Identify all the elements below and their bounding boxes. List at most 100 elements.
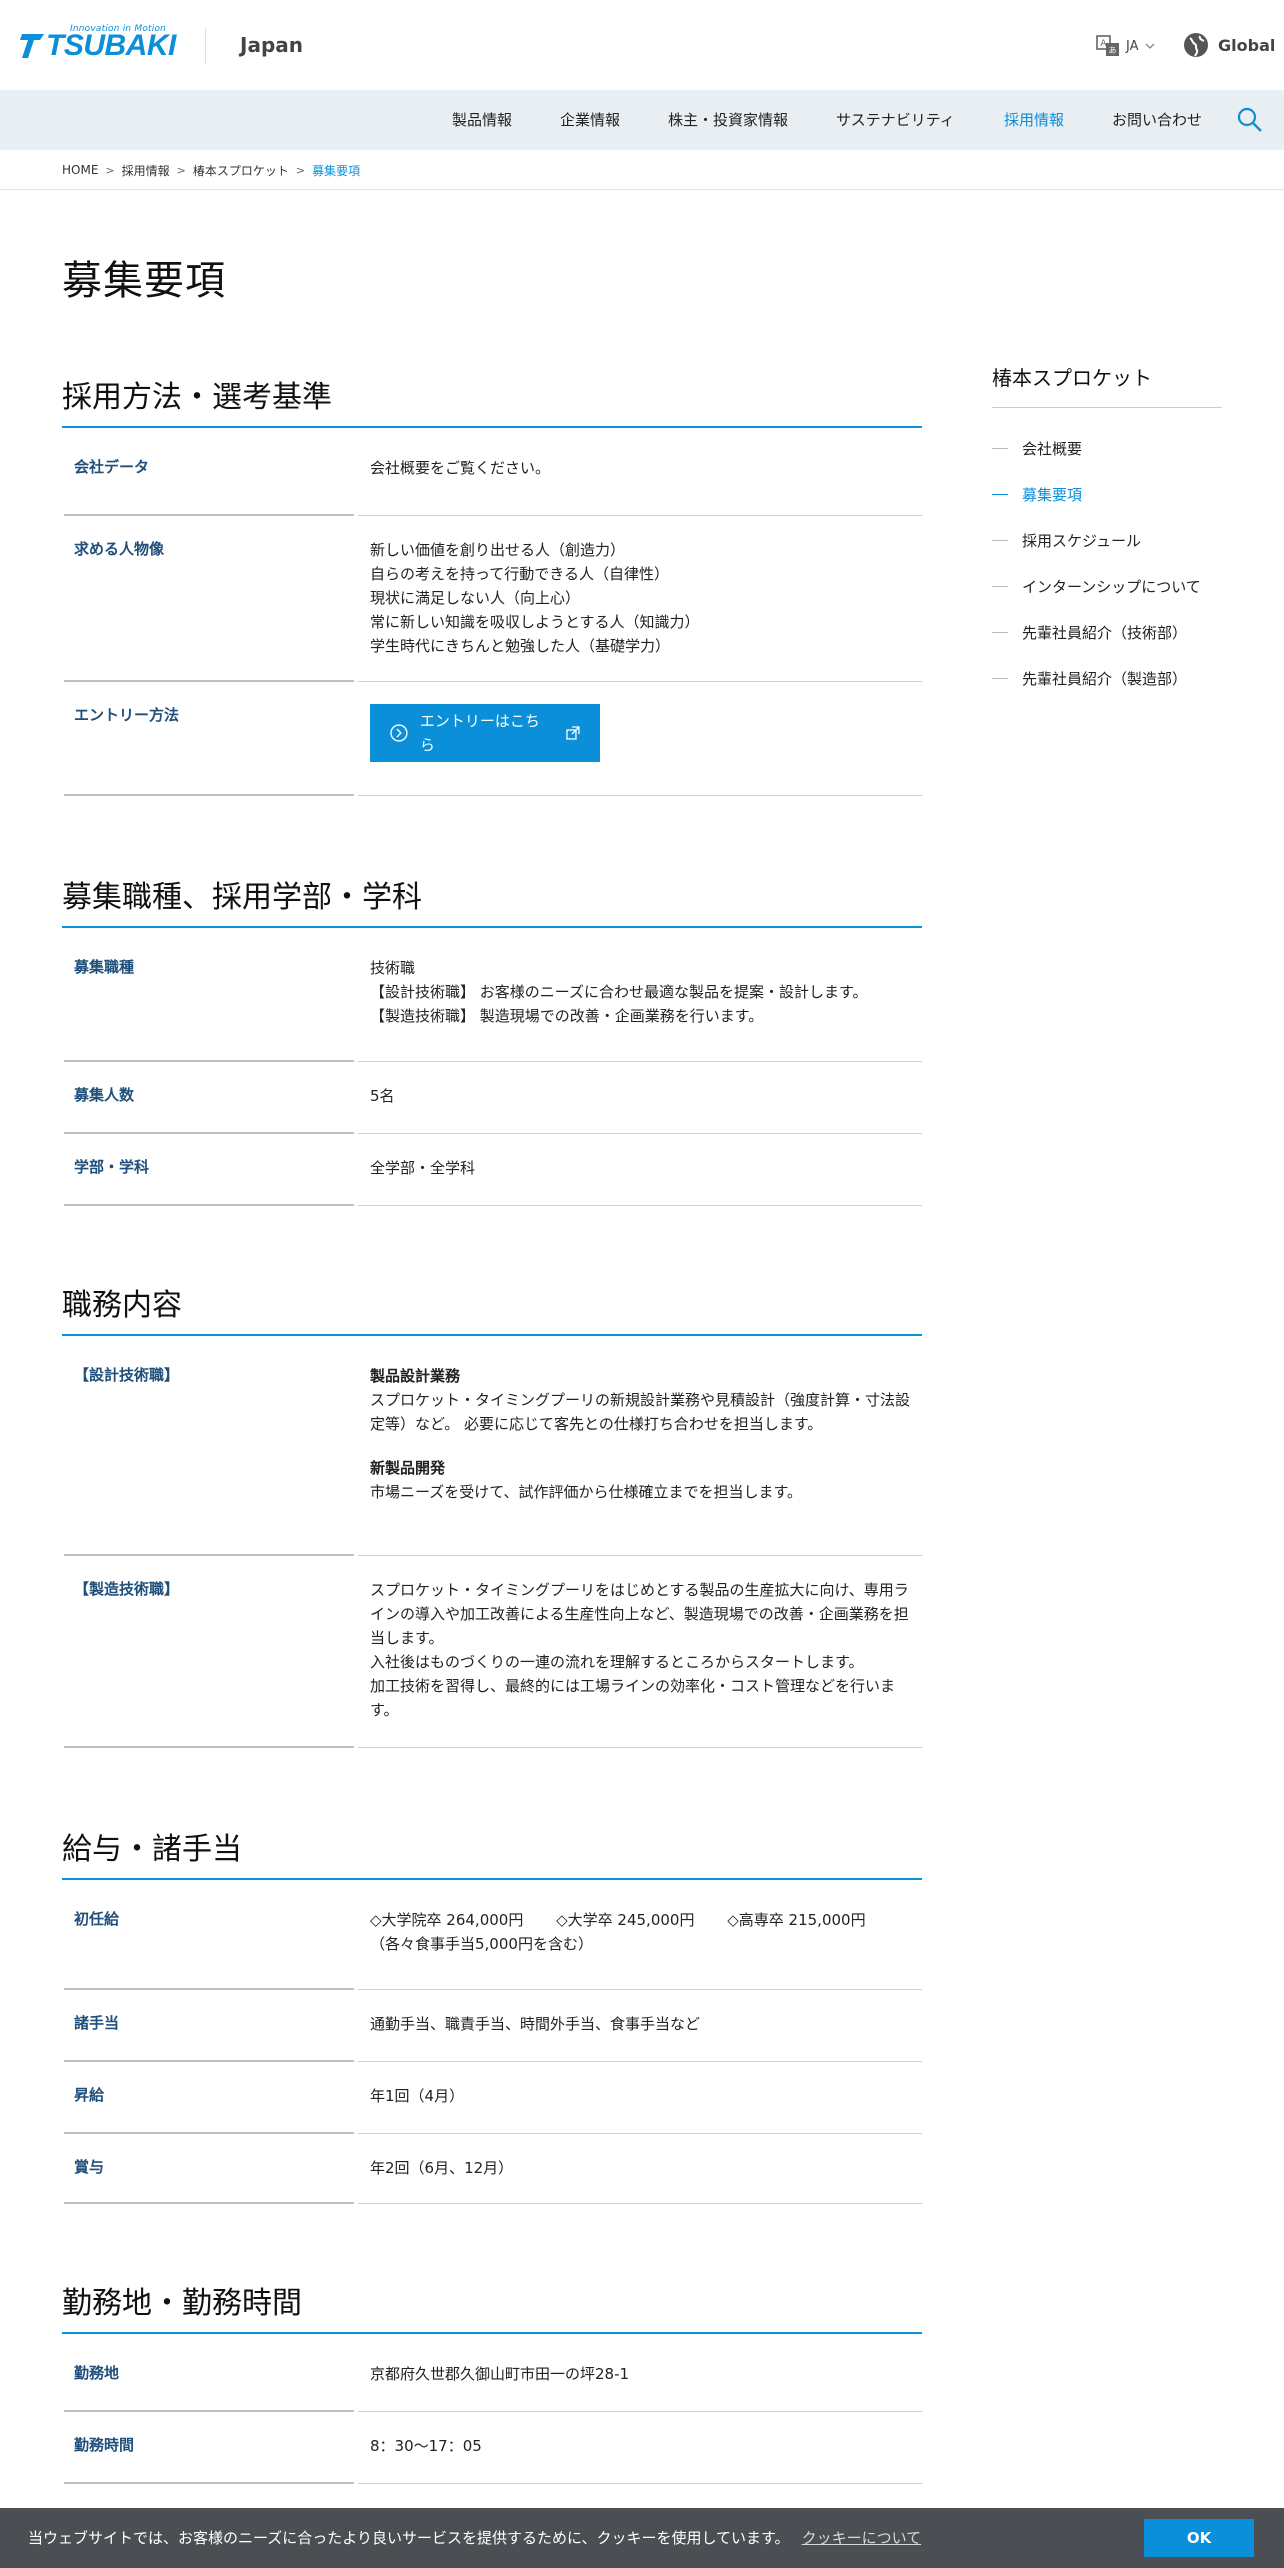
table-row: 求める人物像 新しい価値を創り出せる人（創造力） 自らの考えを持って行動できる人… [62, 516, 922, 682]
row-header: 諸手当 [64, 1990, 354, 2062]
breadcrumb: HOME > 採用情報 > 椿本スプロケット > 募集要項 [62, 160, 360, 180]
cookie-text: 当ウェブサイトでは、お客様のニーズに合ったより良いサービスを提供するために、クッ… [28, 2529, 922, 2547]
table-row: 会社データ 会社概要をご覧ください。 [62, 434, 922, 516]
sidebar-item-schedule[interactable]: 採用スケジュール [992, 528, 1232, 552]
row-value: 8：30～17：05 [358, 2412, 922, 2484]
cookie-policy-link[interactable]: クッキーについて [802, 2529, 922, 2547]
dash-icon [992, 631, 1008, 633]
language-switcher[interactable]: A あ JA [1096, 34, 1155, 58]
search-icon[interactable] [1236, 106, 1264, 134]
site-header: Innovation in Motion TSUBAKI Japan A あ J… [0, 0, 1284, 90]
section-title-selection: 採用方法・選考基準 [62, 380, 922, 428]
arrow-circle-icon [390, 724, 408, 742]
dash-icon [992, 585, 1008, 587]
row-header: 募集職種 [64, 934, 354, 1062]
table-row: 勤務地 京都府久世郡久御山町市田一の坪28-1 [62, 2340, 922, 2412]
row-value: 製品設計業務 スプロケット・タイミングプーリの新規設計業務や見積設計（強度計算・… [358, 1342, 922, 1556]
nav-contact[interactable]: お問い合わせ [1112, 90, 1202, 150]
row-header: 【製造技術職】 [64, 1556, 354, 1748]
header-divider [205, 28, 206, 64]
table-row: 昇給 年1回（4月） [62, 2062, 922, 2134]
logo-wordmark: TSUBAKI [46, 29, 176, 62]
breadcrumb-chevron-icon: > [105, 163, 115, 177]
breadcrumb-sprocket[interactable]: 椿本スプロケット [193, 162, 289, 179]
breadcrumb-current: 募集要項 [312, 163, 361, 178]
salary-graduate: ◇大学院卒 264,000円 [370, 1911, 524, 1929]
row-value: 年2回（6月、12月） [358, 2134, 922, 2204]
language-code: JA [1126, 38, 1139, 54]
row-value: 会社概要をご覧ください。 [358, 434, 922, 516]
global-label: Global [1218, 35, 1276, 55]
sidebar-item-internship[interactable]: インターンシップについて [992, 574, 1232, 598]
cookie-ok-button[interactable]: OK [1144, 2519, 1254, 2557]
row-header: 初任給 [64, 1886, 354, 1990]
entry-button-label: エントリーはこちら [419, 712, 540, 754]
table-row: 初任給 ◇大学院卒 264,000円 ◇大学卒 245,000円 ◇高専卒 21… [62, 1886, 922, 1990]
row-header: 求める人物像 [64, 516, 354, 682]
salary-university: ◇大学卒 245,000円 [556, 1911, 695, 1929]
breadcrumb-divider [0, 189, 1284, 190]
table-row: 学部・学科 全学部・全学科 [62, 1134, 922, 1206]
table-row: 募集人数 5名 [62, 1062, 922, 1134]
section-title-positions: 募集職種、採用学部・学科 [62, 880, 922, 928]
chevron-down-icon [1145, 43, 1154, 49]
sidebar-item-company-overview[interactable]: 会社概要 [992, 436, 1232, 460]
svg-text:あ: あ [1109, 46, 1117, 55]
row-header: 勤務地 [64, 2340, 354, 2412]
tsubaki-logo[interactable]: Innovation in Motion TSUBAKI [20, 24, 176, 64]
row-header: エントリー方法 [64, 682, 354, 796]
table-row: 【製造技術職】 スプロケット・タイミングプーリをはじめとする製品の生産拡大に向け… [62, 1556, 922, 1748]
row-header: 募集人数 [64, 1062, 354, 1134]
row-value: 年1回（4月） [358, 2062, 922, 2134]
row-value: 全学部・全学科 [358, 1134, 922, 1206]
nav-products[interactable]: 製品情報 [452, 90, 512, 150]
breadcrumb-careers[interactable]: 採用情報 [122, 162, 170, 179]
dash-icon [992, 539, 1008, 541]
row-header: 学部・学科 [64, 1134, 354, 1206]
sidebar-item-senior-manufacturing[interactable]: 先輩社員紹介（製造部） [992, 666, 1232, 690]
nav-careers[interactable]: 採用情報 [1004, 90, 1064, 150]
row-value: 技術職 【設計技術職】 お客様のニーズに合わせ最適な製品を提案・設計します。 【… [358, 934, 922, 1062]
nav-sustainability[interactable]: サステナビリティ [836, 90, 955, 150]
breadcrumb-chevron-icon: > [295, 163, 306, 177]
row-value: 京都府久世郡久御山町市田一の坪28-1 [358, 2340, 922, 2412]
row-value: エントリーはこちら [358, 682, 922, 796]
main-nav: 製品情報 企業情報 株主・投資家情報 サステナビリティ 採用情報 お問い合わせ [0, 90, 1284, 150]
page-title: 募集要項 [62, 258, 226, 304]
section-title-duties: 職務内容 [62, 1288, 922, 1336]
nav-investors[interactable]: 株主・投資家情報 [668, 90, 788, 150]
row-value: スプロケット・タイミングプーリをはじめとする製品の生産拡大に向け、専用ラ インの… [358, 1556, 922, 1748]
sidebar-title: 椿本スプロケット [992, 362, 1222, 408]
row-header: 昇給 [64, 2062, 354, 2134]
sidebar-item-requirements[interactable]: 募集要項 [992, 482, 1232, 506]
translate-icon: A あ [1096, 35, 1119, 56]
salary-technical-college: ◇高専卒 215,000円 [727, 1911, 866, 1929]
row-value: 5名 [358, 1062, 922, 1134]
global-site-link[interactable]: Global [1183, 32, 1275, 58]
table-row: 募集職種 技術職 【設計技術職】 お客様のニーズに合わせ最適な製品を提案・設計し… [62, 934, 922, 1062]
sidebar-item-senior-tech[interactable]: 先輩社員紹介（技術部） [992, 620, 1232, 644]
cookie-banner: 当ウェブサイトでは、お客様のニーズに合ったより良いサービスを提供するために、クッ… [0, 2508, 1284, 2568]
table-row: 勤務時間 8：30～17：05 [62, 2412, 922, 2484]
region-label: Japan [240, 33, 303, 57]
row-header: 【設計技術職】 [64, 1342, 354, 1556]
table-row: 諸手当 通勤手当、職責手当、時間外手当、食事手当など [62, 1990, 922, 2062]
external-link-icon [566, 726, 580, 740]
dash-icon [992, 677, 1008, 679]
tsubaki-mark-icon [20, 34, 44, 58]
row-header: 賞与 [64, 2134, 354, 2204]
section-title-salary: 給与・諸手当 [62, 1832, 922, 1880]
nav-company[interactable]: 企業情報 [560, 90, 620, 150]
breadcrumb-home[interactable]: HOME [62, 163, 98, 177]
table-row: 賞与 年2回（6月、12月） [62, 2134, 922, 2204]
section-title-workplace: 勤務地・勤務時間 [62, 2286, 922, 2334]
row-header: 勤務時間 [64, 2412, 354, 2484]
row-value: ◇大学院卒 264,000円 ◇大学卒 245,000円 ◇高専卒 215,00… [358, 1886, 922, 1990]
table-row: 【設計技術職】 製品設計業務 スプロケット・タイミングプーリの新規設計業務や見積… [62, 1342, 922, 1556]
table-row: エントリー方法 エントリーはこちら [62, 682, 922, 796]
dash-icon [992, 447, 1008, 449]
row-value: 通勤手当、職責手当、時間外手当、食事手当など [358, 1990, 922, 2062]
dash-icon [992, 493, 1008, 495]
breadcrumb-chevron-icon: > [176, 163, 186, 177]
entry-button[interactable]: エントリーはこちら [370, 704, 600, 762]
